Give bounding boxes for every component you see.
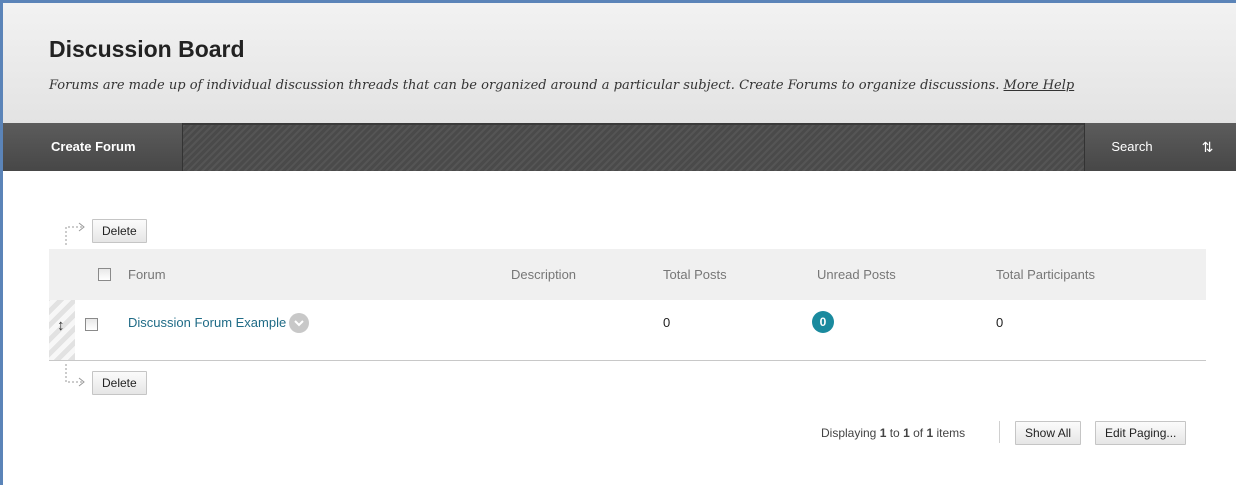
column-header-total-participants[interactable]: Total Participants — [996, 249, 1095, 300]
sort-button[interactable]: ⇅ — [1179, 123, 1236, 171]
action-bar: Create Forum Search ⇅ — [3, 123, 1236, 171]
select-all-checkbox[interactable] — [98, 268, 111, 281]
edit-paging-button[interactable]: Edit Paging... — [1095, 421, 1187, 445]
column-header-total-posts[interactable]: Total Posts — [663, 249, 727, 300]
page-description-text: Forums are made up of individual discuss… — [49, 78, 1000, 93]
chevron-down-icon[interactable] — [289, 312, 310, 333]
forum-link[interactable]: Discussion Forum Example — [128, 315, 286, 330]
show-all-button[interactable]: Show All — [1015, 421, 1082, 445]
page-title: Discussion Board — [49, 36, 245, 62]
app-frame: Discussion Board Forums are made up of i… — [0, 0, 1236, 485]
bulk-action-connector-icon — [65, 364, 85, 387]
search-button[interactable]: Search — [1084, 123, 1180, 171]
delete-button-bottom[interactable]: Delete — [92, 371, 147, 395]
paging-status: Displaying 1 to 1 of 1 items — [821, 426, 965, 440]
table-row: ↕ Discussion Forum Example 0 0 0 — [49, 300, 1206, 361]
more-help-link[interactable]: More Help — [1004, 78, 1075, 93]
sort-arrows-icon: ⇅ — [1201, 139, 1214, 155]
page-description: Forums are made up of individual discuss… — [49, 78, 1074, 93]
page-header: Discussion Board Forums are made up of i… — [3, 3, 1236, 123]
total-posts-cell: 0 — [663, 315, 671, 330]
row-checkbox[interactable] — [85, 318, 98, 331]
paging-prefix: Displaying — [821, 426, 880, 440]
drag-handle-icon[interactable]: ↕ — [57, 316, 65, 336]
paging-of-word: of — [909, 426, 927, 440]
total-participants-cell: 0 — [996, 315, 1004, 330]
column-header-unread-posts[interactable]: Unread Posts — [817, 249, 896, 300]
paging-divider — [999, 421, 1000, 443]
create-forum-button[interactable]: Create Forum — [3, 123, 183, 171]
paging-to-word: to — [886, 426, 904, 440]
paging-to: 1 — [903, 426, 910, 440]
column-header-description[interactable]: Description — [511, 249, 576, 300]
paging-suffix: items — [933, 426, 966, 440]
bulk-action-connector-icon — [65, 222, 85, 245]
unread-posts-badge[interactable]: 0 — [812, 311, 834, 333]
table-header: Forum Description Total Posts Unread Pos… — [49, 249, 1206, 300]
column-header-forum[interactable]: Forum — [128, 249, 166, 300]
delete-button-top[interactable]: Delete — [92, 219, 147, 243]
forum-cell: Discussion Forum Example — [128, 300, 310, 346]
